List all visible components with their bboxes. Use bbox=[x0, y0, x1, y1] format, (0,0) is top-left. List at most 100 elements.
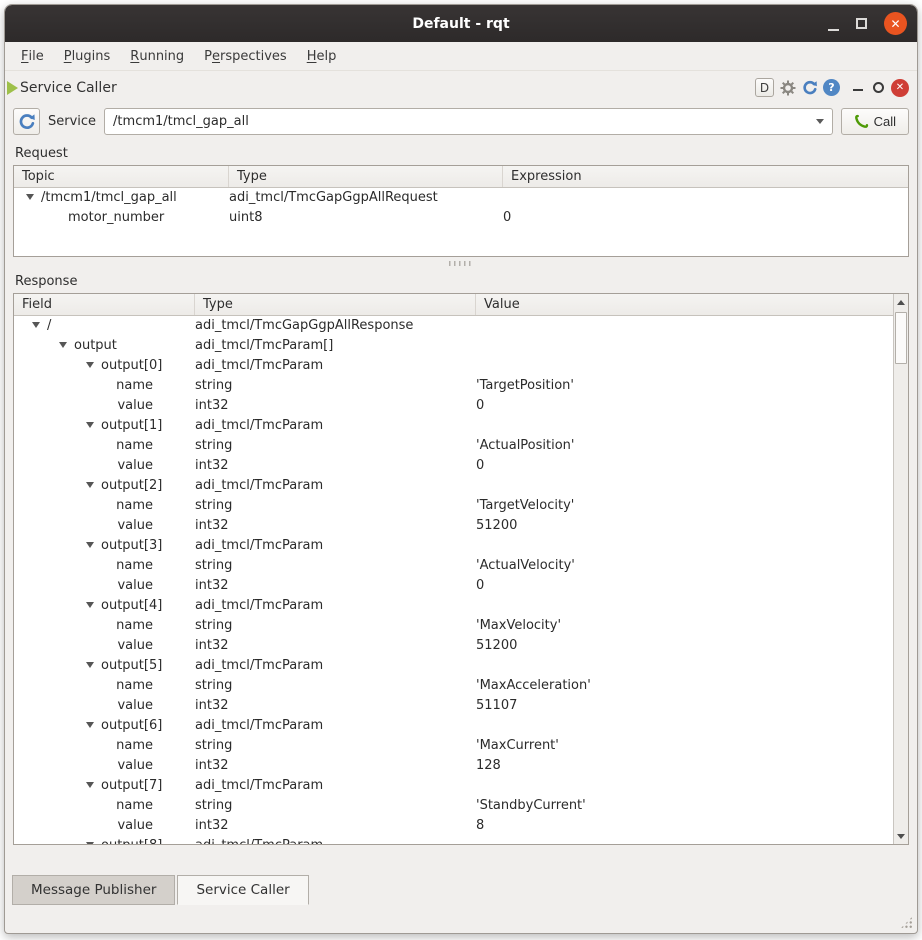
expander-down-icon[interactable] bbox=[86, 722, 94, 728]
tree-row[interactable]: valueint320 bbox=[14, 456, 908, 476]
type-label: int32 bbox=[195, 456, 476, 476]
response-table-header: Field Type Value bbox=[14, 294, 908, 316]
value-label: 8 bbox=[476, 816, 908, 836]
field-label: output[3] bbox=[101, 538, 162, 553]
titlebar[interactable]: Default - rqt ✕ bbox=[5, 5, 917, 42]
refresh-icon bbox=[18, 113, 36, 131]
dock-float-icon[interactable] bbox=[873, 82, 884, 93]
expander-down-icon[interactable] bbox=[86, 422, 94, 428]
tree-row[interactable]: valueint320 bbox=[14, 576, 908, 596]
tree-row[interactable]: output[3]adi_tmcl/TmcParam bbox=[14, 536, 908, 556]
tree-row[interactable]: namestring'MaxAcceleration' bbox=[14, 676, 908, 696]
tree-row[interactable]: valueint328 bbox=[14, 816, 908, 836]
scroll-down-button[interactable] bbox=[894, 828, 908, 844]
tree-row[interactable]: namestring'MaxCurrent' bbox=[14, 736, 908, 756]
column-header-topic[interactable]: Topic bbox=[14, 166, 229, 187]
field-cell: output[0] bbox=[14, 356, 195, 376]
scrollbar-thumb[interactable] bbox=[895, 312, 907, 364]
menu-perspectives[interactable]: Perspectives bbox=[194, 42, 297, 70]
expander-down-icon[interactable] bbox=[86, 662, 94, 668]
tree-row[interactable]: /tmcm1/tmcl_gap_alladi_tmcl/TmcGapGgpAll… bbox=[14, 188, 908, 208]
tree-row[interactable]: valueint320 bbox=[14, 396, 908, 416]
reload-icon[interactable] bbox=[801, 79, 818, 96]
tree-row[interactable]: outputadi_tmcl/TmcParam[] bbox=[14, 336, 908, 356]
expander-down-icon[interactable] bbox=[26, 194, 34, 200]
expander-down-icon[interactable] bbox=[86, 482, 94, 488]
window-maximize-button[interactable] bbox=[856, 18, 867, 29]
expander-down-icon[interactable] bbox=[59, 342, 67, 348]
tree-row[interactable]: output[0]adi_tmcl/TmcParam bbox=[14, 356, 908, 376]
plugin-titlebar: Service Caller D bbox=[5, 71, 917, 104]
menu-plugins[interactable]: Plugins bbox=[54, 42, 121, 70]
service-toolbar: Service /tmcm1/tmcl_gap_all Call bbox=[13, 108, 909, 135]
expander-down-icon[interactable] bbox=[86, 782, 94, 788]
field-label: output[5] bbox=[101, 658, 162, 673]
tree-row[interactable]: valueint3251200 bbox=[14, 516, 908, 536]
tree-row[interactable]: namestring'MaxVelocity' bbox=[14, 616, 908, 636]
chevron-down-icon[interactable] bbox=[816, 119, 824, 124]
tree-row[interactable]: namestring'TargetPosition' bbox=[14, 376, 908, 396]
type-label: adi_tmcl/TmcParam bbox=[195, 596, 476, 616]
tree-row[interactable]: output[6]adi_tmcl/TmcParam bbox=[14, 716, 908, 736]
value-label: 'MaxVelocity' bbox=[476, 616, 908, 636]
expander-down-icon[interactable] bbox=[86, 542, 94, 548]
request-section-label: Request bbox=[5, 141, 917, 165]
call-button[interactable]: Call bbox=[841, 108, 909, 135]
splitter-handle[interactable] bbox=[5, 257, 917, 269]
expander-down-icon[interactable] bbox=[32, 322, 40, 328]
value-label: 'MaxCurrent' bbox=[476, 736, 908, 756]
type-label: string bbox=[195, 796, 476, 816]
field-label: / bbox=[47, 318, 51, 333]
tree-row[interactable]: output[2]adi_tmcl/TmcParam bbox=[14, 476, 908, 496]
refresh-services-button[interactable] bbox=[13, 108, 40, 135]
tree-row[interactable]: /adi_tmcl/TmcGapGgpAllResponse bbox=[14, 316, 908, 336]
value-label bbox=[476, 716, 908, 736]
tree-row[interactable]: namestring'StandbyCurrent' bbox=[14, 796, 908, 816]
tree-row[interactable]: valueint3251200 bbox=[14, 636, 908, 656]
tab-service-caller[interactable]: Service Caller bbox=[177, 875, 308, 905]
tree-row[interactable]: output[4]adi_tmcl/TmcParam bbox=[14, 596, 908, 616]
tree-row[interactable]: valueint32128 bbox=[14, 756, 908, 776]
tree-row[interactable]: output[1]adi_tmcl/TmcParam bbox=[14, 416, 908, 436]
settings-gear-icon[interactable] bbox=[779, 79, 796, 96]
field-cell: name bbox=[14, 676, 195, 696]
help-icon[interactable]: ? bbox=[823, 79, 840, 96]
value-label: 0 bbox=[476, 456, 908, 476]
tree-row[interactable]: motor_numberuint80 bbox=[14, 208, 908, 228]
expander-down-icon[interactable] bbox=[86, 602, 94, 608]
dock-d-button[interactable]: D bbox=[755, 78, 774, 97]
field-cell: name bbox=[14, 496, 195, 516]
tree-row[interactable]: output[7]adi_tmcl/TmcParam bbox=[14, 776, 908, 796]
type-label: adi_tmcl/TmcParam bbox=[195, 476, 476, 496]
column-header-field[interactable]: Field bbox=[14, 294, 195, 315]
play-icon bbox=[7, 81, 18, 95]
vertical-scrollbar[interactable] bbox=[893, 294, 908, 844]
expander-down-icon[interactable] bbox=[86, 362, 94, 368]
tree-row[interactable]: valueint3251107 bbox=[14, 696, 908, 716]
value-label bbox=[476, 416, 908, 436]
scroll-up-button[interactable] bbox=[894, 294, 908, 310]
value-label: 51200 bbox=[476, 516, 908, 536]
dock-close-icon[interactable]: ✕ bbox=[891, 79, 909, 97]
expander-down-icon[interactable] bbox=[86, 842, 94, 845]
service-combobox[interactable]: /tmcm1/tmcl_gap_all bbox=[104, 108, 833, 135]
menu-help[interactable]: Help bbox=[297, 42, 347, 70]
column-header-expression[interactable]: Expression bbox=[503, 166, 908, 187]
field-label: motor_number bbox=[68, 210, 164, 225]
dock-minimize-icon[interactable] bbox=[853, 81, 863, 91]
tree-row[interactable]: namestring'ActualVelocity' bbox=[14, 556, 908, 576]
window-close-button[interactable]: ✕ bbox=[884, 12, 907, 35]
resize-grip[interactable] bbox=[900, 916, 913, 929]
tree-row[interactable]: namestring'TargetVelocity' bbox=[14, 496, 908, 516]
tab-message-publisher[interactable]: Message Publisher bbox=[12, 875, 175, 905]
tree-row[interactable]: output[8]adi_tmcl/TmcParam bbox=[14, 836, 908, 845]
column-header-value[interactable]: Value bbox=[476, 294, 908, 315]
column-header-type[interactable]: Type bbox=[229, 166, 503, 187]
menu-running[interactable]: Running bbox=[120, 42, 194, 70]
tree-row[interactable]: output[5]adi_tmcl/TmcParam bbox=[14, 656, 908, 676]
tree-row[interactable]: namestring'ActualPosition' bbox=[14, 436, 908, 456]
field-cell: output bbox=[14, 336, 195, 356]
menu-file[interactable]: File bbox=[11, 42, 54, 70]
window-minimize-button[interactable] bbox=[828, 20, 839, 31]
column-header-type[interactable]: Type bbox=[195, 294, 476, 315]
